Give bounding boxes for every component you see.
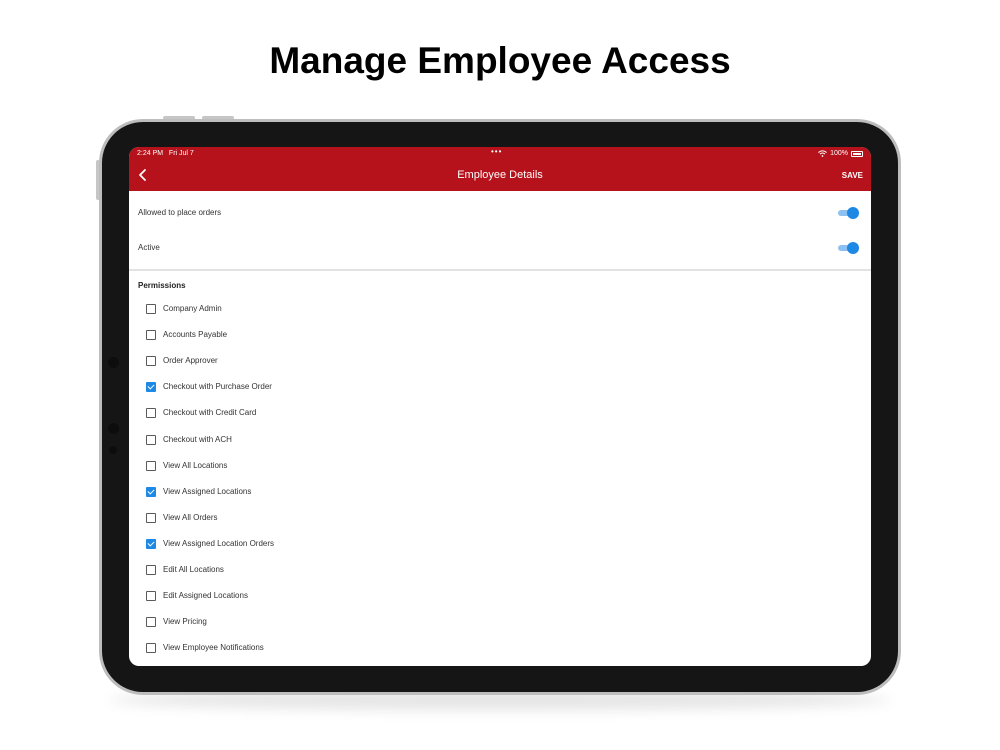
permission-label: Order Approver	[163, 356, 218, 366]
status-indicators: 100%	[818, 150, 863, 157]
permissions-heading: Permissions	[138, 281, 186, 290]
checkbox-checked[interactable]	[146, 486, 156, 497]
permission-label: View Assigned Location Orders	[163, 538, 275, 548]
section-divider	[129, 269, 871, 271]
permission-label: Checkout with Credit Card	[163, 408, 257, 418]
checkbox-checked[interactable]	[146, 382, 156, 393]
permission-item[interactable]: View Pricing	[146, 616, 446, 630]
permission-item[interactable]: View All Orders	[146, 512, 446, 526]
permission-label: View Assigned Locations	[163, 486, 252, 496]
permission-label: Company Admin	[163, 304, 222, 313]
permission-label: View All Locations	[163, 460, 228, 470]
checkbox-unchecked[interactable]	[146, 304, 156, 314]
permission-label: Checkout with ACH	[163, 434, 232, 444]
checkbox-unchecked[interactable]	[146, 512, 156, 523]
camera-dot	[108, 357, 119, 368]
toggle-knob	[847, 207, 859, 219]
wifi-icon	[818, 150, 827, 157]
active-toggle[interactable]	[838, 242, 859, 254]
toggle-row-allowed-orders: Allowed to place orders	[129, 196, 871, 230]
permission-item[interactable]: Checkout with Credit Card	[146, 407, 446, 421]
checkbox-checked[interactable]	[146, 538, 156, 549]
permission-item[interactable]: View Assigned Location Orders	[146, 538, 446, 552]
status-date: Fri Jul 7	[168, 150, 194, 157]
toggle-label: Active	[138, 243, 160, 252]
permission-item[interactable]: Accounts Payable	[146, 329, 446, 343]
permission-item[interactable]: View All Locations	[146, 460, 446, 474]
sensor-dot	[109, 446, 117, 454]
status-time: 2:24 PM Fri Jul 7	[137, 150, 194, 157]
page-headline: Manage Employee Access	[269, 40, 731, 81]
permission-item[interactable]: Company Admin	[146, 303, 446, 317]
app-screen: 2:24 PM Fri Jul 7 ••• 100% Employee Deta…	[129, 147, 871, 666]
battery-percent: 100%	[830, 150, 848, 157]
allowed-orders-toggle[interactable]	[838, 207, 859, 219]
permission-item[interactable]: Checkout with Purchase Order	[146, 381, 446, 395]
checkbox-unchecked[interactable]	[146, 356, 156, 367]
header-title: Employee Details	[457, 169, 543, 181]
permission-label: View Employee Notifications	[163, 643, 264, 653]
checkbox-unchecked[interactable]	[146, 591, 156, 602]
checkbox-unchecked[interactable]	[146, 434, 156, 445]
permission-item[interactable]: Edit Assigned Locations	[146, 590, 446, 604]
app-header: 2:24 PM Fri Jul 7 ••• 100% Employee Deta…	[129, 147, 871, 191]
save-button[interactable]: SAVE	[842, 171, 863, 180]
permission-item[interactable]: View Employee Notifications	[146, 642, 446, 656]
permission-label: Edit Assigned Locations	[163, 591, 248, 601]
permission-item[interactable]: Edit All Locations	[146, 564, 446, 578]
checkbox-unchecked[interactable]	[146, 565, 156, 575]
toggle-row-active: Active	[129, 231, 871, 265]
checkbox-unchecked[interactable]	[146, 408, 156, 419]
permission-label: Checkout with Purchase Order	[163, 382, 272, 392]
permission-item[interactable]: View Assigned Locations	[146, 486, 446, 500]
permission-item[interactable]: Order Approver	[146, 355, 446, 369]
toggle-knob	[847, 242, 859, 254]
permission-label: Accounts Payable	[163, 330, 228, 340]
checkbox-unchecked[interactable]	[146, 330, 156, 341]
permission-item[interactable]: Checkout with ACH	[146, 434, 446, 448]
checkbox-unchecked[interactable]	[146, 643, 156, 654]
permission-label: Edit All Locations	[163, 565, 224, 574]
multitask-dots-icon[interactable]: •••	[491, 147, 502, 156]
permission-label: View All Orders	[163, 512, 218, 522]
checkbox-unchecked[interactable]	[146, 460, 156, 471]
camera-lens	[108, 423, 119, 434]
status-clock: 2:24 PM	[137, 150, 164, 157]
battery-icon	[851, 150, 863, 157]
toggle-label: Allowed to place orders	[138, 208, 222, 217]
checkbox-unchecked[interactable]	[146, 617, 156, 628]
permission-label: View Pricing	[163, 617, 207, 627]
